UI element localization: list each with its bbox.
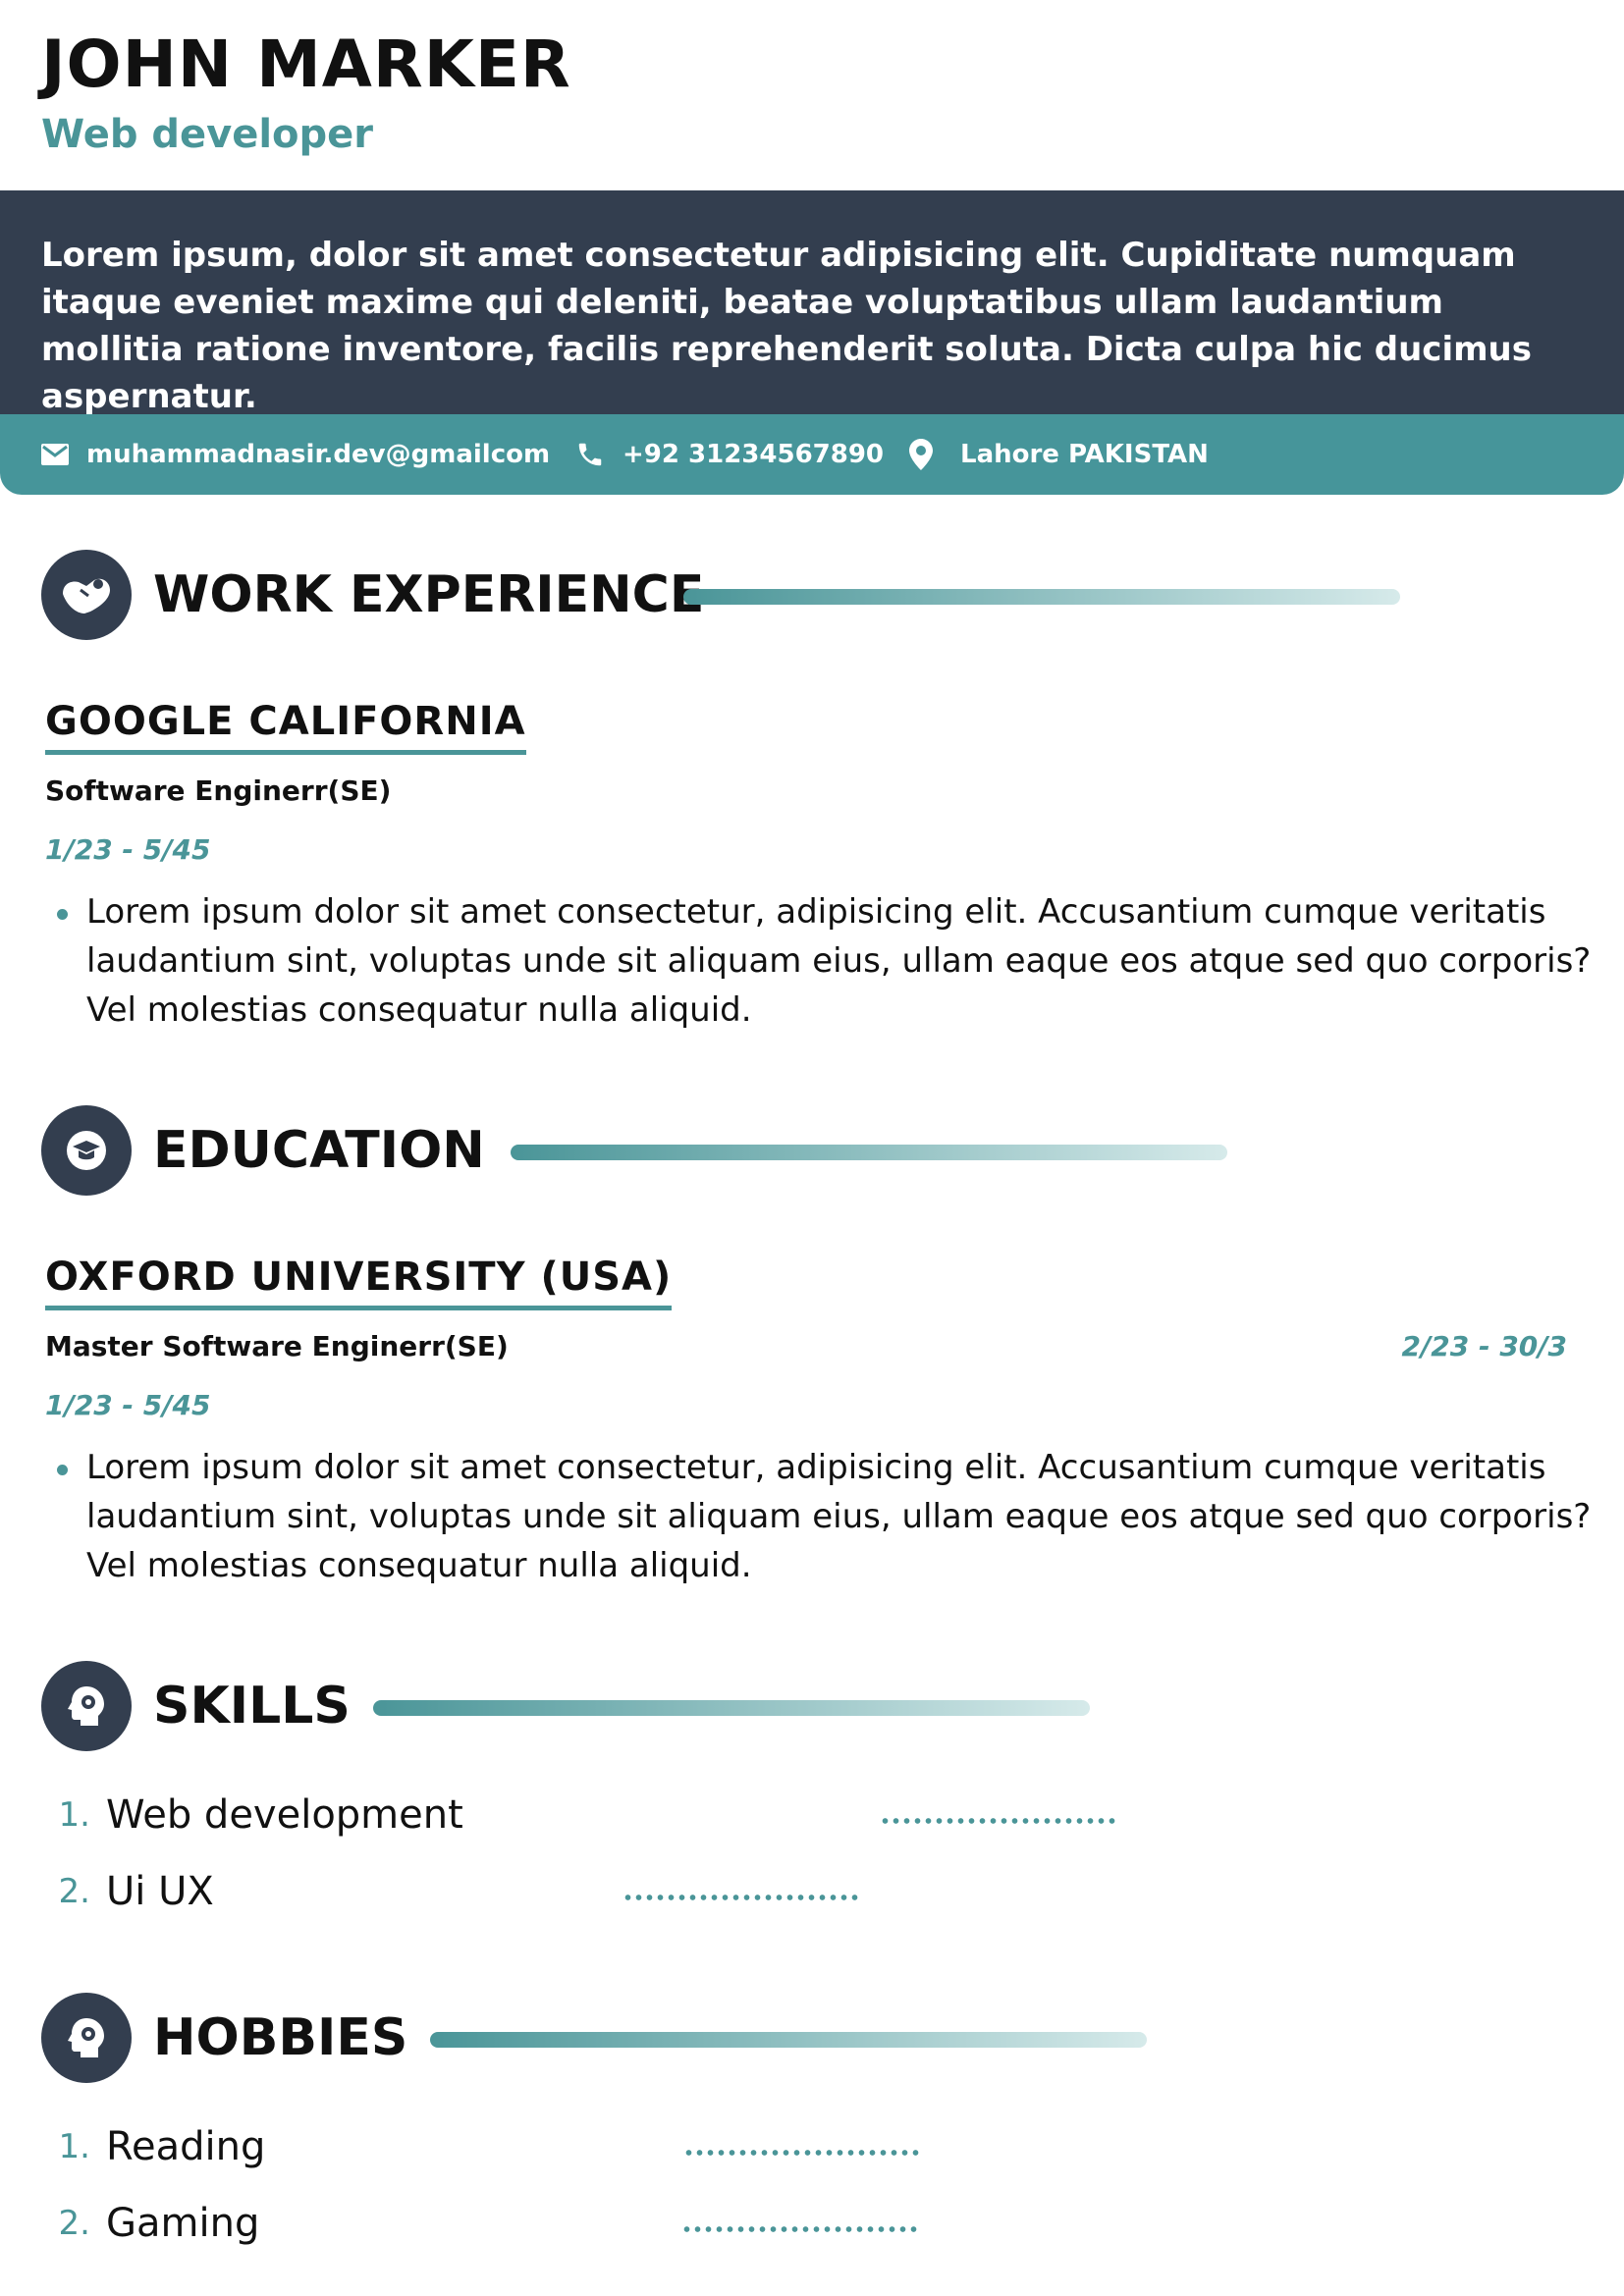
list-number: 1. <box>58 1795 90 1835</box>
summary-text: Lorem ipsum, dolor sit amet consectetur … <box>41 236 1532 416</box>
education-side-dates: 2/23 - 30/3 <box>1401 1330 1567 1362</box>
skill-item: Ui UX <box>106 1869 214 1914</box>
skill-dotted-line <box>880 1818 1115 1824</box>
contact-phone[interactable]: +92 31234567890 <box>575 414 884 495</box>
skill-dotted-line <box>623 1895 858 1900</box>
list-number: 2. <box>58 1872 90 1911</box>
hobby-dotted-line <box>681 2226 917 2232</box>
work-company: GOOGLE CALIFORNIA <box>45 697 526 755</box>
section-divider-work <box>683 589 1400 605</box>
work-position: Software Enginerr(SE) <box>45 774 392 807</box>
education-dates: 1/23 - 5/45 <box>45 1389 211 1421</box>
section-title-work: WORK EXPERIENCE <box>153 565 705 624</box>
brain-gear-icon <box>41 1661 132 1751</box>
section-title-education: EDUCATION <box>153 1121 485 1180</box>
contact-bar: muhammadnasir.dev@gmailcom +92 312345678… <box>0 414 1624 495</box>
section-title-hobbies: HOBBIES <box>153 2008 408 2067</box>
summary-box: Lorem ipsum, dolor sit amet consectetur … <box>0 190 1624 416</box>
email-text: muhammadnasir.dev@gmailcom <box>86 440 551 469</box>
contact-email[interactable]: muhammadnasir.dev@gmailcom <box>41 414 550 495</box>
location-pin-icon <box>909 439 933 470</box>
location-text: Lahore PAKISTAN <box>960 440 1209 469</box>
candidate-name: JOHN MARKER <box>41 27 571 102</box>
hobby-item: Gaming <box>106 2201 260 2246</box>
education-school: OXFORD UNIVERSITY (USA) <box>45 1253 673 1310</box>
section-title-skills: SKILLS <box>153 1677 351 1735</box>
hobby-dotted-line <box>683 2150 919 2156</box>
mail-icon <box>41 444 69 465</box>
skill-item: Web development <box>106 1792 463 1838</box>
section-divider-skills <box>373 1700 1090 1716</box>
list-number: 2. <box>58 2204 90 2243</box>
handshake-icon <box>41 550 132 640</box>
education-description: Lorem ipsum dolor sit amet consectetur, … <box>86 1448 1592 1585</box>
education-degree: Master Software Enginerr(SE) <box>45 1330 509 1362</box>
work-dates: 1/23 - 5/45 <box>45 833 211 866</box>
section-divider-hobbies <box>430 2032 1147 2048</box>
bullet-dot <box>57 909 68 920</box>
section-divider-education <box>511 1145 1227 1160</box>
hobby-item: Reading <box>106 2124 266 2169</box>
contact-location: Lahore PAKISTAN <box>909 414 1209 495</box>
brain-gear-icon <box>41 1993 132 2083</box>
candidate-role: Web developer <box>41 112 374 157</box>
work-description: Lorem ipsum dolor sit amet consectetur, … <box>86 892 1592 1030</box>
graduation-cap-icon <box>41 1105 132 1196</box>
bullet-dot <box>57 1465 68 1475</box>
phone-icon <box>578 443 602 466</box>
list-number: 1. <box>58 2127 90 2166</box>
phone-text: +92 31234567890 <box>623 440 885 469</box>
